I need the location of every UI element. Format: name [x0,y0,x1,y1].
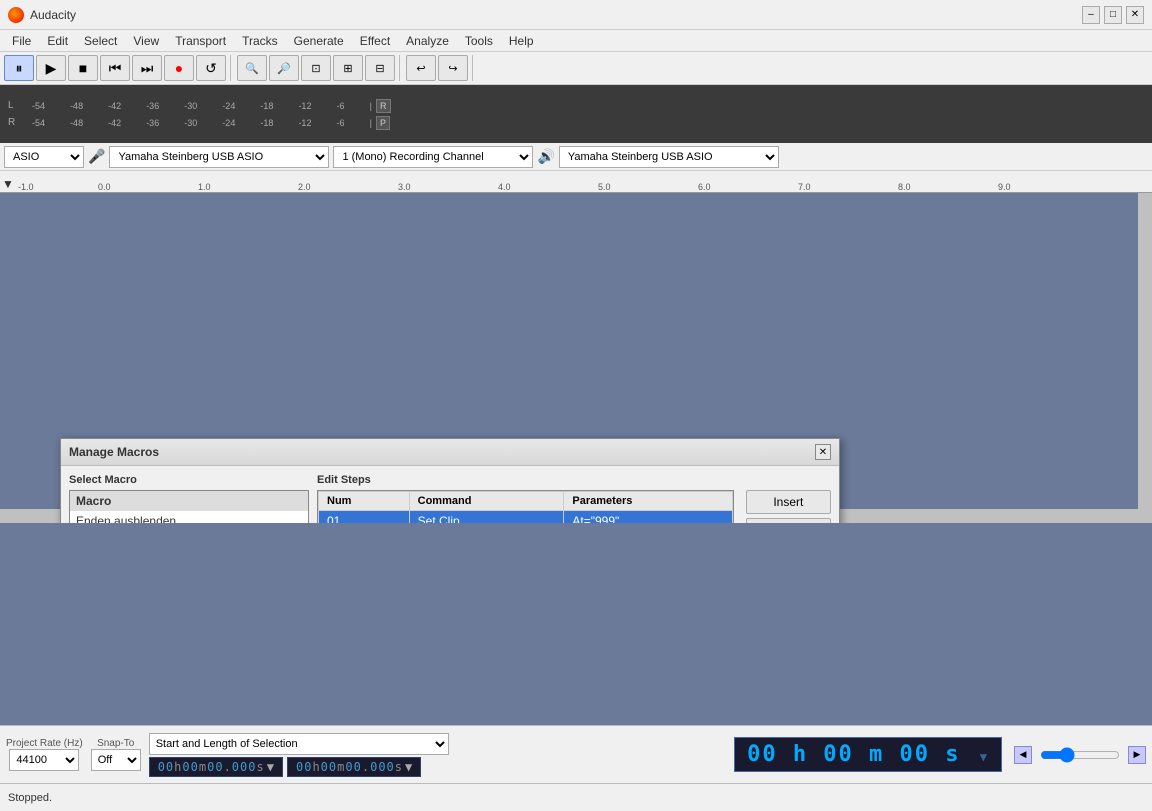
device-toolbar: ASIO 🎤 Yamaha Steinberg USB ASIO 1 (Mono… [0,143,1152,171]
zoom-fit-project-button[interactable]: ⊞ [333,55,363,81]
zoom-out-button[interactable]: 🔎 [269,55,299,81]
zoom-in-button[interactable]: 🔍 [237,55,267,81]
menu-select[interactable]: Select [76,32,125,50]
playhead-arrow: ▼ [2,177,14,191]
steps-table: Num Command Parameters 01 Set Clip [318,491,733,523]
stop-button[interactable]: ■ [68,55,98,81]
col-num: Num [319,492,410,511]
time-inputs: 00h00m00.000s ▼ 00h00m00.000s ▼ [149,757,726,777]
time1-dropdown-icon[interactable]: ▼ [267,760,274,774]
input-device-select[interactable]: Yamaha Steinberg USB ASIO [109,146,329,168]
macros-dialog-title: Manage Macros [69,445,159,459]
menu-transport[interactable]: Transport [167,32,234,50]
steps-area: Num Command Parameters 01 Set Clip [317,490,831,523]
fastforward-button[interactable]: ⏭ [132,55,162,81]
meter-l-label: L [8,100,28,111]
time-input-2[interactable]: 00h00m00.000s ▼ [287,757,421,777]
meter-r-label: R [8,117,28,128]
snap-to-section: Snap-To Off On [91,738,141,771]
rewind-button[interactable]: ⏮ [100,55,130,81]
time-input-1[interactable]: 00h00m00.000s ▼ [149,757,283,777]
channel-select[interactable]: 1 (Mono) Recording Channel [333,146,533,168]
mic-icon: 🎤 [88,148,105,165]
menu-effect[interactable]: Effect [352,32,398,50]
playback-meter-button[interactable]: P [376,116,390,130]
bottom-toolbar: Project Rate (Hz) 44100 Snap-To Off On S… [0,725,1152,783]
menu-view[interactable]: View [125,32,167,50]
menu-tracks[interactable]: Tracks [234,32,286,50]
step-row-01[interactable]: 01 Set Clip At="999" [319,511,733,524]
menu-help[interactable]: Help [501,32,542,50]
big-time-dropdown[interactable]: ▼ [980,750,989,764]
macro-item-enden[interactable]: Enden ausblenden [70,511,308,523]
menu-tools[interactable]: Tools [457,32,501,50]
menu-bar: File Edit Select View Transport Tracks G… [0,30,1152,52]
selection-format-select[interactable]: Start and Length of Selection [149,733,449,755]
menu-file[interactable]: File [4,32,39,50]
macros-dialog-close[interactable]: ✕ [815,444,831,460]
host-select[interactable]: ASIO [4,146,84,168]
edit-steps-panel: Edit Steps Num Command Parameters [317,474,831,523]
transport-controls: ⏸ ▶ ■ ⏮ ⏭ ● ↺ [4,55,231,81]
timeline-ruler: ▼ -1.0 0.0 1.0 2.0 3.0 4.0 5.0 6.0 7.0 8… [0,171,1152,193]
title-bar: Audacity – □ ✕ [0,0,1152,30]
select-macro-panel: Select Macro Macro Enden ausblenden MP3-… [69,474,309,523]
step-action-buttons: Insert Edit... Delete Move Up Move Down … [746,490,831,523]
macro-header-item[interactable]: Macro [70,491,308,511]
meter-section: L -54-48-42-36-30-24-18-12-6| R R -54-48… [0,85,1152,143]
col-command: Command [409,492,564,511]
snap-to-select[interactable]: Off On [91,749,141,771]
record-meter-button[interactable]: R [376,99,391,113]
status-text: Stopped. [8,792,52,804]
play-button[interactable]: ▶ [36,55,66,81]
minimize-button[interactable]: – [1082,6,1100,24]
selection-section: Start and Length of Selection 00h00m00.0… [149,733,726,777]
zoom-controls: 🔍 🔎 ⊡ ⊞ ⊟ [237,55,400,81]
loop-button[interactable]: ↺ [196,55,226,81]
steps-table-container[interactable]: Num Command Parameters 01 Set Clip [317,490,734,523]
playback-volume-slider[interactable] [1040,747,1120,763]
menu-generate[interactable]: Generate [286,32,352,50]
volume-up-button[interactable]: ▶ [1128,746,1146,764]
app-icon [8,7,24,23]
zoom-fit-view-button[interactable]: ⊡ [301,55,331,81]
window-controls: – □ ✕ [1082,6,1144,24]
maximize-button[interactable]: □ [1104,6,1122,24]
status-bar: Stopped. [0,783,1152,811]
zoom-toggle-button[interactable]: ⊟ [365,55,395,81]
close-button[interactable]: ✕ [1126,6,1144,24]
macros-dialog-body: Select Macro Macro Enden ausblenden MP3-… [61,466,839,523]
big-time-display: 00 h 00 m 00 s ▼ [734,737,1002,772]
undo-button[interactable]: ↩ [406,55,436,81]
project-rate-label: Project Rate (Hz) [6,738,83,749]
col-parameters: Parameters [564,492,732,511]
vertical-scrollbar[interactable] [1138,193,1152,523]
project-rate-select[interactable]: 44100 [9,749,79,771]
insert-step-button[interactable]: Insert [746,490,831,514]
macros-list[interactable]: Macro Enden ausblenden MP3-Umwandlung Te… [69,490,309,523]
project-rate-section: Project Rate (Hz) 44100 [6,738,83,771]
record-button[interactable]: ● [164,55,194,81]
transport-toolbar: ⏸ ▶ ■ ⏮ ⏭ ● ↺ 🔍 🔎 ⊡ ⊞ ⊟ ↩ ↪ [0,52,1152,85]
app-title: Audacity [30,8,1076,22]
ruler-ticks: -1.0 0.0 1.0 2.0 3.0 4.0 5.0 6.0 7.0 8.0… [14,171,1098,192]
menu-analyze[interactable]: Analyze [398,32,457,50]
main-content: Manage Macros ✕ Select Macro Macro Enden… [0,193,1152,523]
speaker-icon: 🔊 [537,148,554,165]
pause-button[interactable]: ⏸ [4,55,34,81]
macros-layout: Select Macro Macro Enden ausblenden MP3-… [69,474,831,523]
snap-to-label: Snap-To [97,738,134,749]
time2-dropdown-icon[interactable]: ▼ [405,760,412,774]
select-macro-label: Select Macro [69,474,309,486]
undo-controls: ↩ ↪ [406,55,473,81]
redo-button[interactable]: ↪ [438,55,468,81]
output-device-select[interactable]: Yamaha Steinberg USB ASIO [559,146,779,168]
manage-macros-dialog: Manage Macros ✕ Select Macro Macro Enden… [60,438,840,523]
edit-steps-label: Edit Steps [317,474,831,486]
volume-down-button[interactable]: ◀ [1014,746,1032,764]
macros-dialog-titlebar[interactable]: Manage Macros ✕ [61,439,839,466]
menu-edit[interactable]: Edit [39,32,76,50]
edit-step-button[interactable]: Edit... [746,518,831,523]
